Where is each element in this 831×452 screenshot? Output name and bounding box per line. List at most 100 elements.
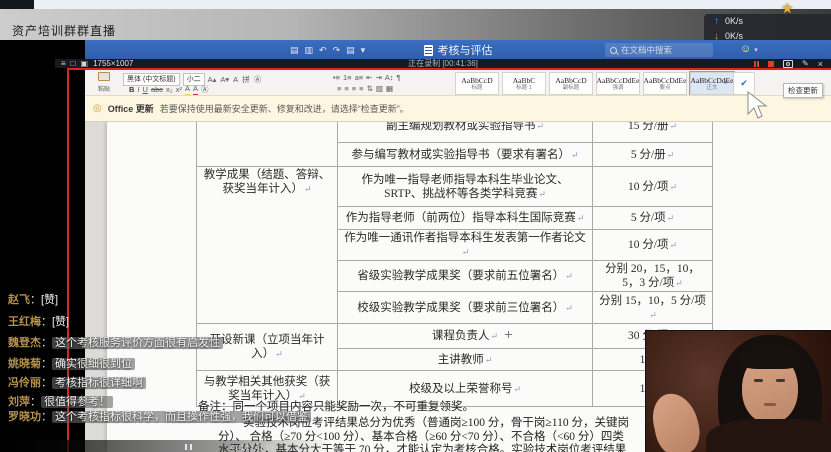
- chat-sender-name: 王红梅: [8, 316, 41, 328]
- upload-speed-row: ↑ 0K/s: [714, 14, 831, 29]
- feedback-smiley-button[interactable]: ☺ ▾: [740, 43, 758, 55]
- recorder-close-button[interactable]: ×: [818, 61, 823, 67]
- chat-message: 罗晓功：这个考核指标很科学，而且操作性强，我们可以借鉴: [8, 408, 311, 424]
- chat-separator: ：: [41, 411, 52, 423]
- style-option[interactable]: AaBbCcDdEe 强调: [596, 72, 640, 95]
- font-style-icon[interactable]: abc: [151, 85, 163, 95]
- paragraph-icons-row2: ≡≡≡≡⇅▨▦: [337, 84, 393, 94]
- style-option[interactable]: AaBbC 标题 1: [502, 72, 546, 95]
- paragraph-align-icon[interactable]: ≡: [359, 84, 363, 94]
- chat-separator: ：: [41, 377, 52, 389]
- chat-separator: ：: [41, 358, 52, 370]
- search-placeholder: 在文档中搜索: [621, 44, 672, 56]
- font-tool-icon[interactable]: Ⓐ: [254, 75, 262, 85]
- office-update-icon: ◎: [93, 103, 102, 114]
- record-pause-button[interactable]: [754, 61, 759, 67]
- badge-icon[interactable]: ★: [781, 0, 794, 17]
- chat-message-text: 很值得参考！: [41, 396, 113, 408]
- style-option[interactable]: AaBbCcDdEe 要点: [643, 72, 687, 95]
- chat-message: 姚晓菊：确实很细很到位: [8, 355, 135, 371]
- chat-message-text: 这个考核指标很科学，而且操作性强，我们可以借鉴: [52, 411, 311, 423]
- chat-message: 王红梅：[赞]: [8, 313, 69, 329]
- paragraph-align-icon[interactable]: ≡: [337, 84, 341, 94]
- font-tool-icon[interactable]: A▴: [208, 75, 217, 85]
- style-option[interactable]: AaBbCcD 副标题: [549, 72, 593, 95]
- style-sample: AaBbCcDdEe: [644, 76, 687, 85]
- chat-sender-name: 冯伶丽: [8, 377, 41, 389]
- paragraph-align-icon[interactable]: ≡: [352, 84, 356, 94]
- font-style-icon[interactable]: x²: [176, 85, 182, 95]
- style-option[interactable]: AaBbCcD 标题: [455, 72, 499, 95]
- chat-message: 刘萍：很值得参考！: [8, 393, 113, 409]
- word-doc-icon: [424, 45, 433, 56]
- presenter-bangs: [738, 343, 802, 369]
- style-sample: AaBbCcD: [461, 76, 492, 85]
- office-update-title: Office 更新: [108, 102, 154, 115]
- chat-sender-name: 刘萍: [8, 396, 30, 408]
- style-sample: AaBbCcD: [555, 76, 586, 85]
- office-update-bar: ◎ Office 更新 若要保持使用最新安全更新、修复和改进，请选择“检查更新”…: [85, 95, 831, 122]
- chat-sender-name: 罗晓功: [8, 411, 41, 423]
- styles-gallery: AaBbCcD 标题 AaBbC 标题 1 AaBbCcD 副标题 AaBbCc…: [455, 72, 734, 95]
- office-update-message: 若要保持使用最新安全更新、修复和改进，请选择“检查更新”。: [160, 102, 409, 115]
- paragraph-icons-row1: •≡1≡a≡⇤⇥ A↕¶: [333, 73, 401, 83]
- table-row: （出版当年计入）↵ 副主编规划教材或实验指导书↵ 15 分/册↵: [197, 122, 713, 143]
- record-stop-button[interactable]: [768, 61, 774, 67]
- doc-title-wrap: 考核与评估: [85, 40, 831, 60]
- upload-speed-value: 0K/s: [725, 14, 743, 29]
- chat-message: 冯伶丽：考核指标很详细啊: [8, 374, 146, 390]
- style-label: 标题: [471, 85, 482, 91]
- paragraph-tool-icon[interactable]: a≡: [355, 73, 364, 83]
- paragraph-tool-icon[interactable]: ¶: [397, 73, 401, 83]
- chat-separator: ：: [30, 396, 41, 408]
- ribbon: 粘贴 黑体 (中文标题) 小二 A▴A▾A拼Ⓐ BIUabcx₂x²AAⒶ •≡…: [85, 70, 831, 96]
- word-titlebar: ▤▥↶↷▤▾ 考核与评估 在文档中搜索 ☺ ▾: [85, 40, 831, 60]
- top-left-notch: [0, 0, 34, 9]
- screenshot-camera-button[interactable]: [783, 60, 793, 68]
- player-pause-button[interactable]: [185, 444, 192, 450]
- top-strip: [0, 0, 831, 9]
- document-search-input[interactable]: 在文档中搜索: [605, 43, 713, 57]
- chat-message: 魏登杰：这个考核服务评价方面很有启发性: [8, 334, 223, 350]
- search-icon: [610, 47, 617, 54]
- paragraph-tool-icon[interactable]: 1≡: [343, 73, 352, 83]
- font-tool-icon[interactable]: A▾: [220, 75, 229, 85]
- presenter-webcam-video: [645, 330, 831, 452]
- paste-button[interactable]: 粘贴: [91, 72, 117, 93]
- style-label: 标题 1: [516, 85, 532, 91]
- font-style-icon[interactable]: U: [143, 85, 148, 95]
- paragraph-tool-icon[interactable]: A↕: [385, 73, 394, 83]
- gallery-more-icon[interactable]: ▸: [725, 72, 729, 93]
- check-update-button[interactable]: 检查更新: [783, 83, 823, 98]
- presenter-mouth: [764, 403, 776, 406]
- paragraph-tool-icon[interactable]: •≡: [333, 73, 340, 83]
- chat-message-text: [赞]: [41, 294, 58, 306]
- paragraph-align-icon[interactable]: ≡: [344, 84, 348, 94]
- font-style-icon[interactable]: B: [129, 85, 134, 95]
- annotate-pen-button[interactable]: ✎: [802, 61, 809, 67]
- paragraph-align-icon[interactable]: ▦: [386, 84, 393, 94]
- chat-separator: ：: [41, 316, 52, 328]
- font-icons-row1: A▴A▾ A拼 Ⓐ: [208, 75, 262, 85]
- paragraph-tool-icon[interactable]: ⇥: [375, 73, 381, 83]
- table-row: 教学成果（结题、答辩、获奖当年计入）↵ 作为唯一指导老师指导本科生毕业论文、SR…: [197, 167, 713, 207]
- font-style-icon[interactable]: I: [137, 85, 139, 95]
- capture-border-top: [67, 68, 831, 70]
- recording-status: 正在录制 [00:41:36]: [55, 59, 831, 68]
- player-time: 41:14 / 41:19: [230, 443, 274, 452]
- styles-pane-icon: ✔: [740, 78, 748, 89]
- font-tool-icon[interactable]: 拼: [242, 75, 250, 85]
- chat-message-text: 确实很细很到位: [52, 358, 135, 370]
- doc-title: 考核与评估: [438, 42, 493, 58]
- font-style-icon[interactable]: x₂: [166, 85, 173, 95]
- font-style-icon[interactable]: Ⓐ: [201, 85, 209, 95]
- paragraph-align-icon[interactable]: ⇅: [367, 84, 373, 94]
- paragraph-tool-icon[interactable]: ⇤: [366, 73, 372, 83]
- style-label: 正文: [706, 85, 717, 91]
- mouse-cursor-icon: [744, 90, 770, 125]
- paragraph-align-icon[interactable]: ▨: [376, 84, 383, 94]
- paste-label: 粘贴: [98, 84, 110, 93]
- chat-message-text: [赞]: [52, 316, 69, 328]
- player-bar-backdrop: [0, 440, 330, 452]
- font-tool-icon[interactable]: A: [233, 75, 238, 85]
